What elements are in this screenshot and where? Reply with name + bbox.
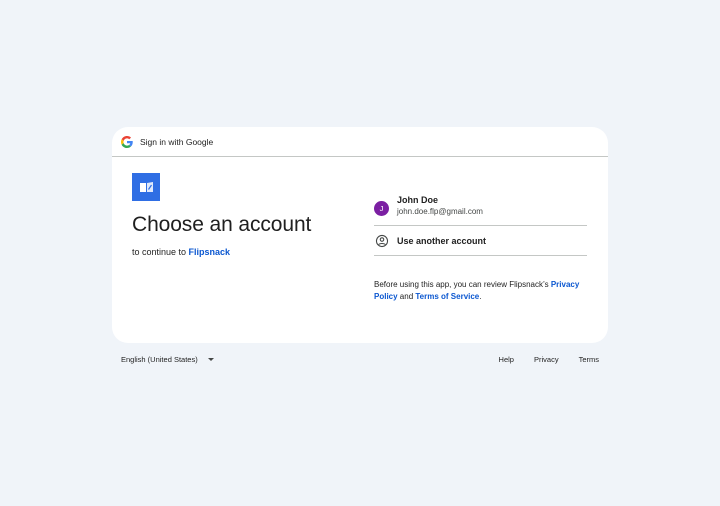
terms-of-service-link[interactable]: Terms of Service: [415, 292, 479, 301]
policy-suffix: .: [479, 291, 482, 301]
language-selector[interactable]: English (United States): [121, 355, 214, 364]
use-another-account-label: Use another account: [397, 235, 487, 246]
account-texts: John Doe john.doe.flp@gmail.com: [397, 195, 483, 216]
use-another-account-button[interactable]: Use another account: [374, 226, 587, 256]
policy-text: Before using this app, you can review Fl…: [374, 279, 587, 302]
language-label: English (United States): [121, 355, 198, 364]
policy-and: and: [397, 291, 416, 301]
account-item[interactable]: J John Doe john.doe.flp@gmail.com: [374, 191, 587, 226]
terms-link[interactable]: Terms: [579, 355, 599, 364]
app-name-link[interactable]: Flipsnack: [189, 247, 231, 257]
footer-links: Help Privacy Terms: [499, 355, 599, 364]
account-name: John Doe: [397, 194, 439, 205]
privacy-link[interactable]: Privacy: [534, 355, 559, 364]
policy-prefix: Before using this app, you can review Fl…: [374, 280, 551, 289]
help-link[interactable]: Help: [499, 355, 514, 364]
account-circle-icon: [375, 234, 389, 247]
header-title: Sign in with Google: [140, 136, 214, 147]
avatar: J: [374, 200, 389, 216]
sign-in-card: Sign in with Google Choose an account to…: [112, 127, 608, 343]
account-email: john.doe.flp@gmail.com: [397, 206, 483, 216]
subtitle: to continue to Flipsnack: [132, 247, 311, 257]
google-g-icon: [121, 135, 133, 148]
card-header: Sign in with Google: [112, 127, 608, 157]
flipsnack-logo-icon: [132, 173, 160, 201]
left-panel: Choose an account to continue to Flipsna…: [132, 173, 311, 257]
subtitle-prefix: to continue to: [132, 247, 189, 257]
page-title: Choose an account: [132, 213, 312, 236]
caret-down-icon: [207, 358, 214, 361]
right-panel: J John Doe john.doe.flp@gmail.com Use an…: [374, 191, 587, 302]
